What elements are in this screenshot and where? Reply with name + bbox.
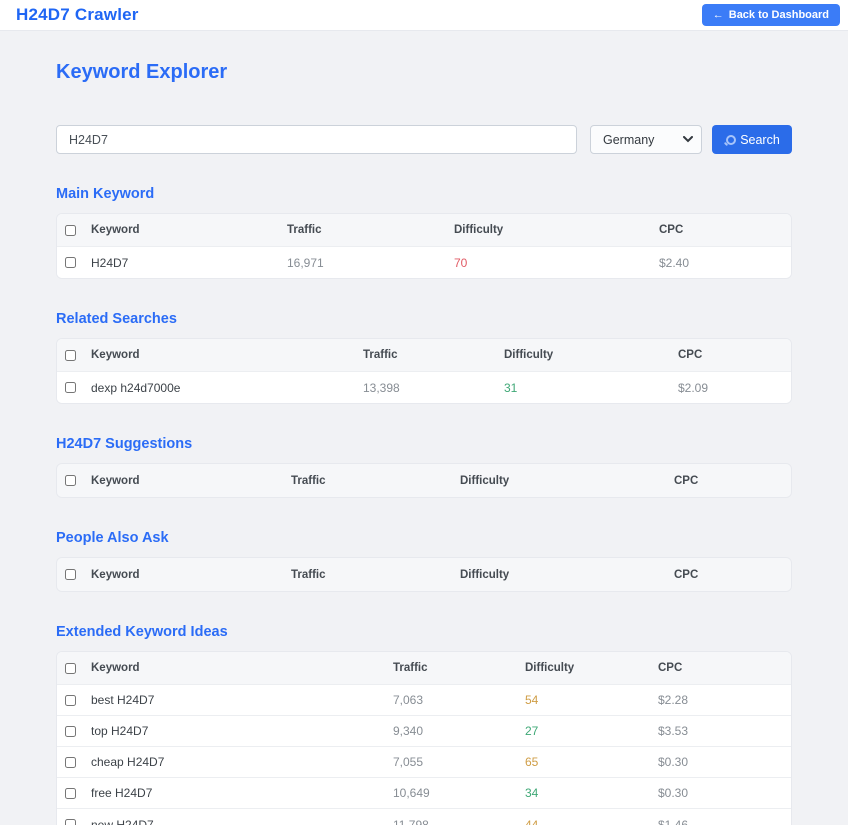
country-select-wrap: Germany xyxy=(590,125,702,154)
keyword-search-input[interactable] xyxy=(56,125,577,154)
search-bar: Germany Search xyxy=(56,125,792,154)
table-header-row: Keyword Traffic Difficulty CPC xyxy=(57,652,791,685)
table-row: dexp h24d7000e 13,398 31 $2.09 xyxy=(57,372,791,403)
difficulty-cell: 70 xyxy=(454,256,659,270)
table-header-row: Keyword Traffic Difficulty CPC xyxy=(57,464,791,497)
table-row: free H24D7 10,649 34 $0.30 xyxy=(57,778,791,809)
back-to-dashboard-button[interactable]: ← Back to Dashboard xyxy=(702,4,840,26)
section-title-people-also-ask: People Also Ask xyxy=(56,531,792,546)
difficulty-cell: 44 xyxy=(525,818,658,825)
column-header-keyword: Keyword xyxy=(81,569,291,581)
row-checkbox[interactable] xyxy=(65,726,76,737)
section-title-related-searches: Related Searches xyxy=(56,312,792,327)
table-header-row: Keyword Traffic Difficulty CPC xyxy=(57,339,791,372)
search-icon xyxy=(724,135,734,145)
select-all-checkbox[interactable] xyxy=(65,663,76,674)
keyword-cell: best H24D7 xyxy=(81,693,393,707)
keyword-cell: cheap H24D7 xyxy=(81,755,393,769)
column-header-cpc: CPC xyxy=(674,569,791,581)
keyword-cell: top H24D7 xyxy=(81,724,393,738)
difficulty-cell: 27 xyxy=(525,724,658,738)
section-title-suggestions: H24D7 Suggestions xyxy=(56,437,792,452)
column-header-cpc: CPC xyxy=(678,349,791,361)
back-button-label: Back to Dashboard xyxy=(729,9,829,21)
cpc-cell: $0.30 xyxy=(658,786,791,800)
table-header-row: Keyword Traffic Difficulty CPC xyxy=(57,558,791,591)
column-header-difficulty: Difficulty xyxy=(460,569,674,581)
section-title-main-keyword: Main Keyword xyxy=(56,187,792,202)
column-header-keyword: Keyword xyxy=(81,475,291,487)
extended-keyword-ideas-table: Keyword Traffic Difficulty CPC best H24D… xyxy=(56,651,792,825)
column-header-difficulty: Difficulty xyxy=(504,349,678,361)
table-row: best H24D7 7,063 54 $2.28 xyxy=(57,685,791,716)
column-header-traffic: Traffic xyxy=(291,475,460,487)
cpc-cell: $3.53 xyxy=(658,724,791,738)
table-row: new H24D7 11,798 44 $1.46 xyxy=(57,809,791,825)
column-header-keyword: Keyword xyxy=(81,349,363,361)
traffic-cell: 16,971 xyxy=(287,256,454,270)
column-header-keyword: Keyword xyxy=(81,224,287,236)
related-searches-table: Keyword Traffic Difficulty CPC dexp h24d… xyxy=(56,338,792,404)
back-arrow-icon: ← xyxy=(713,9,724,21)
column-header-keyword: Keyword xyxy=(81,662,393,674)
column-header-traffic: Traffic xyxy=(291,569,460,581)
people-also-ask-table: Keyword Traffic Difficulty CPC xyxy=(56,557,792,592)
row-checkbox[interactable] xyxy=(65,695,76,706)
column-header-traffic: Traffic xyxy=(287,224,454,236)
keyword-cell: dexp h24d7000e xyxy=(81,381,363,395)
table-row: top H24D7 9,340 27 $3.53 xyxy=(57,716,791,747)
difficulty-cell: 54 xyxy=(525,693,658,707)
cpc-cell: $2.09 xyxy=(678,381,791,395)
select-all-checkbox[interactable] xyxy=(65,569,76,580)
search-button[interactable]: Search xyxy=(712,125,792,154)
traffic-cell: 7,055 xyxy=(393,755,525,769)
row-checkbox[interactable] xyxy=(65,757,76,768)
column-header-cpc: CPC xyxy=(658,662,791,674)
section-title-extended-ideas: Extended Keyword Ideas xyxy=(56,625,792,640)
page-title: Keyword Explorer xyxy=(56,60,792,84)
column-header-traffic: Traffic xyxy=(363,349,504,361)
row-checkbox[interactable] xyxy=(65,257,76,268)
traffic-cell: 13,398 xyxy=(363,381,504,395)
column-header-cpc: CPC xyxy=(659,224,791,236)
suggestions-table: Keyword Traffic Difficulty CPC xyxy=(56,463,792,498)
table-row: cheap H24D7 7,055 65 $0.30 xyxy=(57,747,791,778)
traffic-cell: 11,798 xyxy=(393,818,525,825)
column-header-difficulty: Difficulty xyxy=(460,475,674,487)
row-checkbox[interactable] xyxy=(65,819,76,825)
select-all-checkbox[interactable] xyxy=(65,225,76,236)
keyword-cell: H24D7 xyxy=(81,256,287,270)
select-all-checkbox[interactable] xyxy=(65,350,76,361)
cpc-cell: $2.28 xyxy=(658,693,791,707)
app-header: H24D7 Crawler ← Back to Dashboard xyxy=(0,0,848,31)
traffic-cell: 10,649 xyxy=(393,786,525,800)
traffic-cell: 9,340 xyxy=(393,724,525,738)
column-header-traffic: Traffic xyxy=(393,662,525,674)
column-header-difficulty: Difficulty xyxy=(525,662,658,674)
column-header-difficulty: Difficulty xyxy=(454,224,659,236)
cpc-cell: $0.30 xyxy=(658,755,791,769)
keyword-cell: new H24D7 xyxy=(81,818,393,825)
cpc-cell: $2.40 xyxy=(659,256,791,270)
difficulty-cell: 65 xyxy=(525,755,658,769)
main-keyword-table: Keyword Traffic Difficulty CPC H24D7 16,… xyxy=(56,213,792,279)
keyword-explorer-page: Keyword Explorer Germany Search Main Key… xyxy=(56,60,792,825)
column-header-cpc: CPC xyxy=(674,475,791,487)
row-checkbox[interactable] xyxy=(65,788,76,799)
cpc-cell: $1.46 xyxy=(658,818,791,825)
traffic-cell: 7,063 xyxy=(393,693,525,707)
search-button-label: Search xyxy=(740,133,780,147)
select-all-checkbox[interactable] xyxy=(65,475,76,486)
difficulty-cell: 34 xyxy=(525,786,658,800)
country-select[interactable]: Germany xyxy=(590,125,702,154)
keyword-cell: free H24D7 xyxy=(81,786,393,800)
difficulty-cell: 31 xyxy=(504,381,678,395)
table-row: H24D7 16,971 70 $2.40 xyxy=(57,247,791,278)
row-checkbox[interactable] xyxy=(65,382,76,393)
table-header-row: Keyword Traffic Difficulty CPC xyxy=(57,214,791,247)
app-title: H24D7 Crawler xyxy=(16,5,702,25)
